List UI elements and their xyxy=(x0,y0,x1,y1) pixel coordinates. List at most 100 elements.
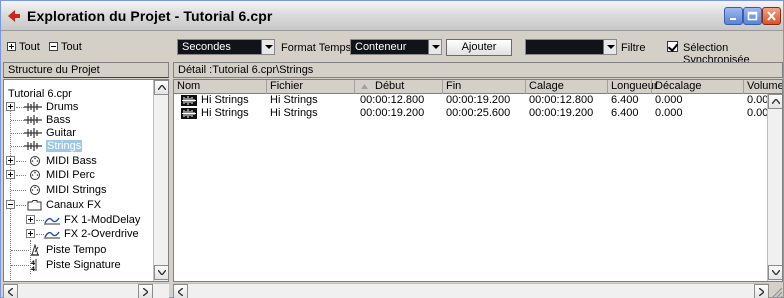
cell-debut: 00:00:19.200 xyxy=(360,107,425,119)
maximize-button[interactable] xyxy=(743,7,762,25)
filter-dropdown[interactable] xyxy=(525,39,617,55)
cell-fichier: Hi Strings xyxy=(270,94,318,106)
time-format-dropdown[interactable]: Secondes xyxy=(177,39,275,55)
expand-icon[interactable] xyxy=(6,170,15,179)
table-horizontal-scrollbar[interactable] xyxy=(173,283,769,298)
svg-text:4: 4 xyxy=(31,266,35,271)
structure-tree: Tutorial 6.cpr Drums Bass Guitar Strings… xyxy=(3,79,169,282)
chevron-up-icon xyxy=(158,85,166,90)
tree-item-label: FX 2-Overdrive xyxy=(64,228,139,240)
chevron-right-icon xyxy=(143,288,148,296)
minus-icon xyxy=(49,42,58,51)
toolbar-detail-controls: Secondes Format Temps Conteneur Ajouter … xyxy=(169,32,783,66)
cell-longueur: 6.400 xyxy=(611,94,639,106)
tree-item-label: Piste Tempo xyxy=(46,244,107,256)
scroll-right-button[interactable] xyxy=(754,284,769,298)
collapse-icon[interactable] xyxy=(6,200,15,209)
scroll-down-button[interactable] xyxy=(154,265,168,280)
expand-icon[interactable] xyxy=(6,156,15,165)
tree-horizontal-scrollbar[interactable] xyxy=(3,283,169,298)
column-header-calage[interactable]: Calage xyxy=(526,80,608,94)
expand-icon[interactable] xyxy=(6,102,15,111)
toolbar-tree-controls: Tout Tout xyxy=(1,32,167,61)
scroll-left-button[interactable] xyxy=(173,284,188,298)
cell-fin: 00:00:25.600 xyxy=(446,107,511,119)
collapse-all-button[interactable]: Tout xyxy=(49,41,82,53)
close-button[interactable] xyxy=(762,7,781,25)
tree-item-label: Strings xyxy=(46,140,83,152)
plus-icon xyxy=(7,42,16,51)
midi-track-icon xyxy=(30,185,40,195)
sync-selection-checkbox[interactable] xyxy=(667,41,678,52)
audio-track-icon xyxy=(24,115,42,125)
collapse-all-label: Tout xyxy=(61,41,82,53)
window-title: Exploration du Projet - Tutorial 6.cpr xyxy=(27,8,273,24)
column-header-fichier[interactable]: Fichier xyxy=(267,80,355,94)
tree-item-fx2[interactable]: FX 2-Overdrive xyxy=(4,228,164,240)
add-button[interactable]: Ajouter xyxy=(446,39,512,56)
expand-icon[interactable] xyxy=(26,229,35,238)
column-header-nom[interactable]: Nom xyxy=(174,80,267,94)
audio-track-icon xyxy=(24,102,42,112)
fx-channel-icon xyxy=(44,217,60,225)
cell-longueur: 6.400 xyxy=(611,107,639,119)
folder-icon xyxy=(27,200,42,211)
table-row[interactable]: Hi Strings Hi Strings 00:00:12.800 00:00… xyxy=(174,94,768,107)
scroll-up-button[interactable] xyxy=(768,94,782,109)
cell-decalage: 0.000 xyxy=(655,94,683,106)
scroll-down-button[interactable] xyxy=(768,265,782,280)
structure-header: Structure du Projet xyxy=(3,62,169,78)
tree-item-project[interactable]: Tutorial 6.cpr xyxy=(4,88,144,100)
tree-item-label: MIDI Bass xyxy=(46,155,97,167)
tree-vertical-scrollbar[interactable] xyxy=(153,80,168,281)
expand-icon[interactable] xyxy=(26,215,35,224)
tree-item-bass[interactable]: Bass xyxy=(4,114,144,126)
column-header-volume[interactable]: Volume xyxy=(744,80,782,94)
tree-item-midi-perc[interactable]: MIDI Perc xyxy=(4,169,144,181)
tree-item-strings[interactable]: Strings xyxy=(4,140,144,152)
cell-fichier: Hi Strings xyxy=(270,107,318,119)
column-header-decalage[interactable]: Décalage xyxy=(652,80,744,94)
audio-track-icon xyxy=(24,128,42,138)
tree-item-label: Drums xyxy=(46,101,79,113)
column-header-longueur[interactable]: Longueur xyxy=(608,80,658,94)
cubase-logo-icon xyxy=(8,10,20,22)
project-structure-panel: Structure du Projet Tutorial 6.cpr Drums… xyxy=(3,62,169,298)
container-dropdown[interactable]: Conteneur xyxy=(350,39,442,55)
tree-item-signature[interactable]: 44 Piste Signature xyxy=(4,259,144,271)
chevron-down-icon xyxy=(158,270,166,275)
scroll-right-button[interactable] xyxy=(138,284,153,298)
scroll-up-button[interactable] xyxy=(154,80,168,95)
cell-nom: Hi Strings xyxy=(201,94,249,106)
fx-channel-icon xyxy=(44,231,60,239)
chevron-down-icon xyxy=(261,40,274,54)
column-header-debut[interactable]: Début xyxy=(355,80,443,94)
tree-item-label: FX 1-ModDelay xyxy=(64,214,141,226)
resize-grip-icon[interactable] xyxy=(769,284,783,298)
scroll-left-button[interactable] xyxy=(3,284,18,298)
chevron-left-icon xyxy=(178,288,183,296)
tree-item-drums[interactable]: Drums xyxy=(4,101,144,113)
cell-fin: 00:00:19.200 xyxy=(446,94,511,106)
minimize-button[interactable] xyxy=(724,7,743,25)
chevron-left-icon xyxy=(8,288,13,296)
tree-item-fx-channels[interactable]: Canaux FX xyxy=(4,199,144,211)
tree-item-tempo[interactable]: Piste Tempo xyxy=(4,244,144,256)
tree-item-midi-bass[interactable]: MIDI Bass xyxy=(4,155,144,167)
chevron-down-icon xyxy=(428,40,441,54)
midi-track-icon xyxy=(30,156,40,166)
tree-item-fx1[interactable]: FX 1-ModDelay xyxy=(4,214,164,226)
tree-item-label: Tutorial 6.cpr xyxy=(8,88,72,100)
column-header-fin[interactable]: Fin xyxy=(443,80,526,94)
title-bar[interactable]: Exploration du Projet - Tutorial 6.cpr xyxy=(1,1,783,31)
tree-item-midi-strings[interactable]: MIDI Strings xyxy=(4,184,144,196)
table-row[interactable]: Hi Strings Hi Strings 00:00:19.200 00:00… xyxy=(174,107,768,120)
tree-item-guitar[interactable]: Guitar xyxy=(4,127,144,139)
expand-all-button[interactable]: Tout xyxy=(7,41,40,53)
tempo-icon xyxy=(31,244,39,256)
signature-icon: 44 xyxy=(31,259,37,271)
tree-item-label: MIDI Perc xyxy=(46,169,95,181)
table-vertical-scrollbar[interactable] xyxy=(767,94,782,281)
cell-calage: 00:00:19.200 xyxy=(529,107,594,119)
chevron-down-icon xyxy=(772,270,780,275)
